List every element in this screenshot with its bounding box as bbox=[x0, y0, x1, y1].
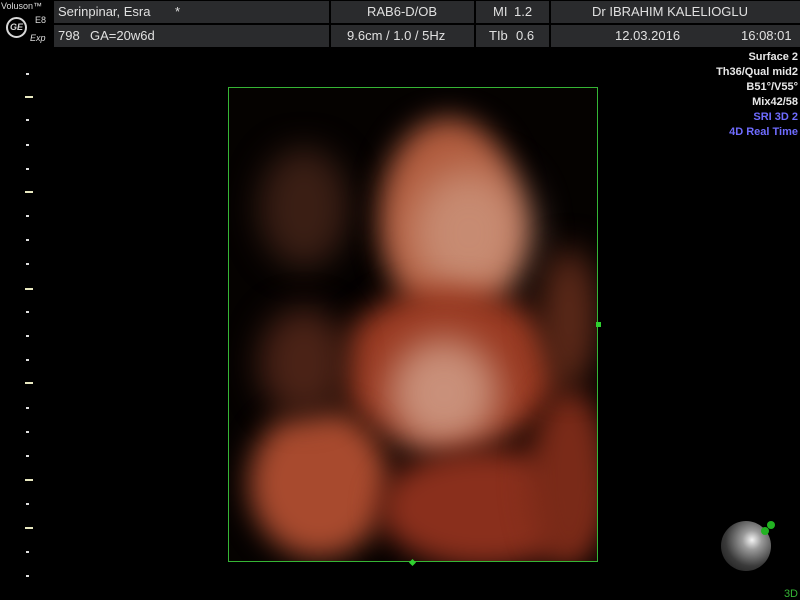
exam-id: 798 bbox=[58, 28, 80, 43]
scale-tick bbox=[26, 144, 29, 146]
scale-tick-major bbox=[25, 96, 33, 98]
scale-tick-major bbox=[25, 191, 33, 193]
depth-scale bbox=[24, 48, 34, 600]
scale-tick-major bbox=[25, 479, 33, 481]
scale-tick bbox=[26, 359, 29, 361]
render-blob bbox=[529, 388, 597, 561]
patient-flag: * bbox=[175, 4, 181, 19]
scale-tick bbox=[26, 551, 29, 553]
scale-tick bbox=[26, 503, 29, 505]
orientation-label: 3D bbox=[783, 588, 798, 600]
probe-cell[interactable]: RAB6-D/OB bbox=[331, 1, 474, 23]
exam-time: 16:08:01 bbox=[741, 28, 792, 43]
scale-tick bbox=[26, 335, 29, 337]
doctor-name: Dr IBRAHIM KALELIOGLU bbox=[592, 4, 749, 19]
param-threshold: Th36/Qual mid2 bbox=[716, 66, 798, 78]
scale-tick bbox=[26, 263, 29, 265]
voluson-logo: Voluson™ GE E8 Exp bbox=[0, 0, 54, 48]
render-blob bbox=[259, 308, 349, 418]
render-blob bbox=[539, 248, 597, 388]
scale-tick bbox=[26, 215, 29, 217]
mi-value: 1.2 bbox=[514, 4, 533, 19]
scale-tick bbox=[26, 575, 29, 577]
mi-label: MI bbox=[493, 4, 508, 19]
scale-tick bbox=[26, 431, 29, 433]
header-bar: Voluson™ GE E8 Exp Serinpinar, Esra * RA… bbox=[0, 0, 800, 48]
doctor-cell: Dr IBRAHIM KALELIOGLU bbox=[551, 1, 800, 23]
logo-model: E8 bbox=[35, 15, 47, 25]
param-angles: B51°/V55° bbox=[746, 81, 798, 93]
ge-logo-icon: GE bbox=[6, 17, 27, 38]
render-volume-box[interactable] bbox=[228, 87, 598, 562]
render-blob bbox=[389, 338, 499, 448]
param-mode: 4D Real Time bbox=[729, 126, 798, 138]
scale-tick-major bbox=[25, 527, 33, 529]
render-blob bbox=[249, 408, 389, 558]
orientation-marker bbox=[761, 527, 769, 535]
scale-tick-major bbox=[25, 288, 33, 290]
scale-tick bbox=[26, 119, 29, 121]
render-blob bbox=[409, 168, 529, 298]
roi-side-handle[interactable] bbox=[596, 322, 601, 327]
tib-label: TIb bbox=[489, 28, 508, 43]
depth-info: 9.6cm / 1.0 / 5Hz bbox=[347, 28, 446, 43]
logo-sub: Exp bbox=[30, 33, 46, 43]
probe-label: RAB6-D/OB bbox=[367, 4, 438, 19]
scale-tick bbox=[26, 73, 29, 75]
scale-tick bbox=[26, 407, 29, 409]
patient-name-cell[interactable]: Serinpinar, Esra * bbox=[54, 1, 329, 23]
tib-cell: TIb 0.6 bbox=[476, 25, 549, 47]
render-parameters: Surface 2 Th36/Qual mid2 B51°/V55° Mix42… bbox=[716, 50, 798, 140]
scale-tick-major bbox=[25, 382, 33, 384]
scale-tick bbox=[26, 239, 29, 241]
scale-tick bbox=[26, 311, 29, 313]
param-mix: Mix42/58 bbox=[752, 96, 798, 108]
datetime-cell: 12.03.2016 16:08:01 bbox=[551, 25, 800, 47]
depth-cell: 9.6cm / 1.0 / 5Hz bbox=[331, 25, 474, 47]
render-blob bbox=[259, 148, 349, 268]
scale-tick bbox=[26, 455, 29, 457]
exam-date: 12.03.2016 bbox=[615, 28, 681, 43]
scale-tick bbox=[26, 168, 29, 170]
patient-name: Serinpinar, Esra bbox=[58, 4, 151, 19]
mi-cell: MI 1.2 bbox=[476, 1, 549, 23]
gestational-age: GA=20w6d bbox=[90, 28, 155, 43]
logo-brand: Voluson™ bbox=[1, 1, 43, 11]
param-sri: SRI 3D 2 bbox=[753, 111, 798, 123]
param-surface: Surface 2 bbox=[748, 51, 798, 63]
exam-info-cell: 798 GA=20w6d bbox=[54, 25, 329, 47]
tib-value: 0.6 bbox=[516, 28, 535, 43]
